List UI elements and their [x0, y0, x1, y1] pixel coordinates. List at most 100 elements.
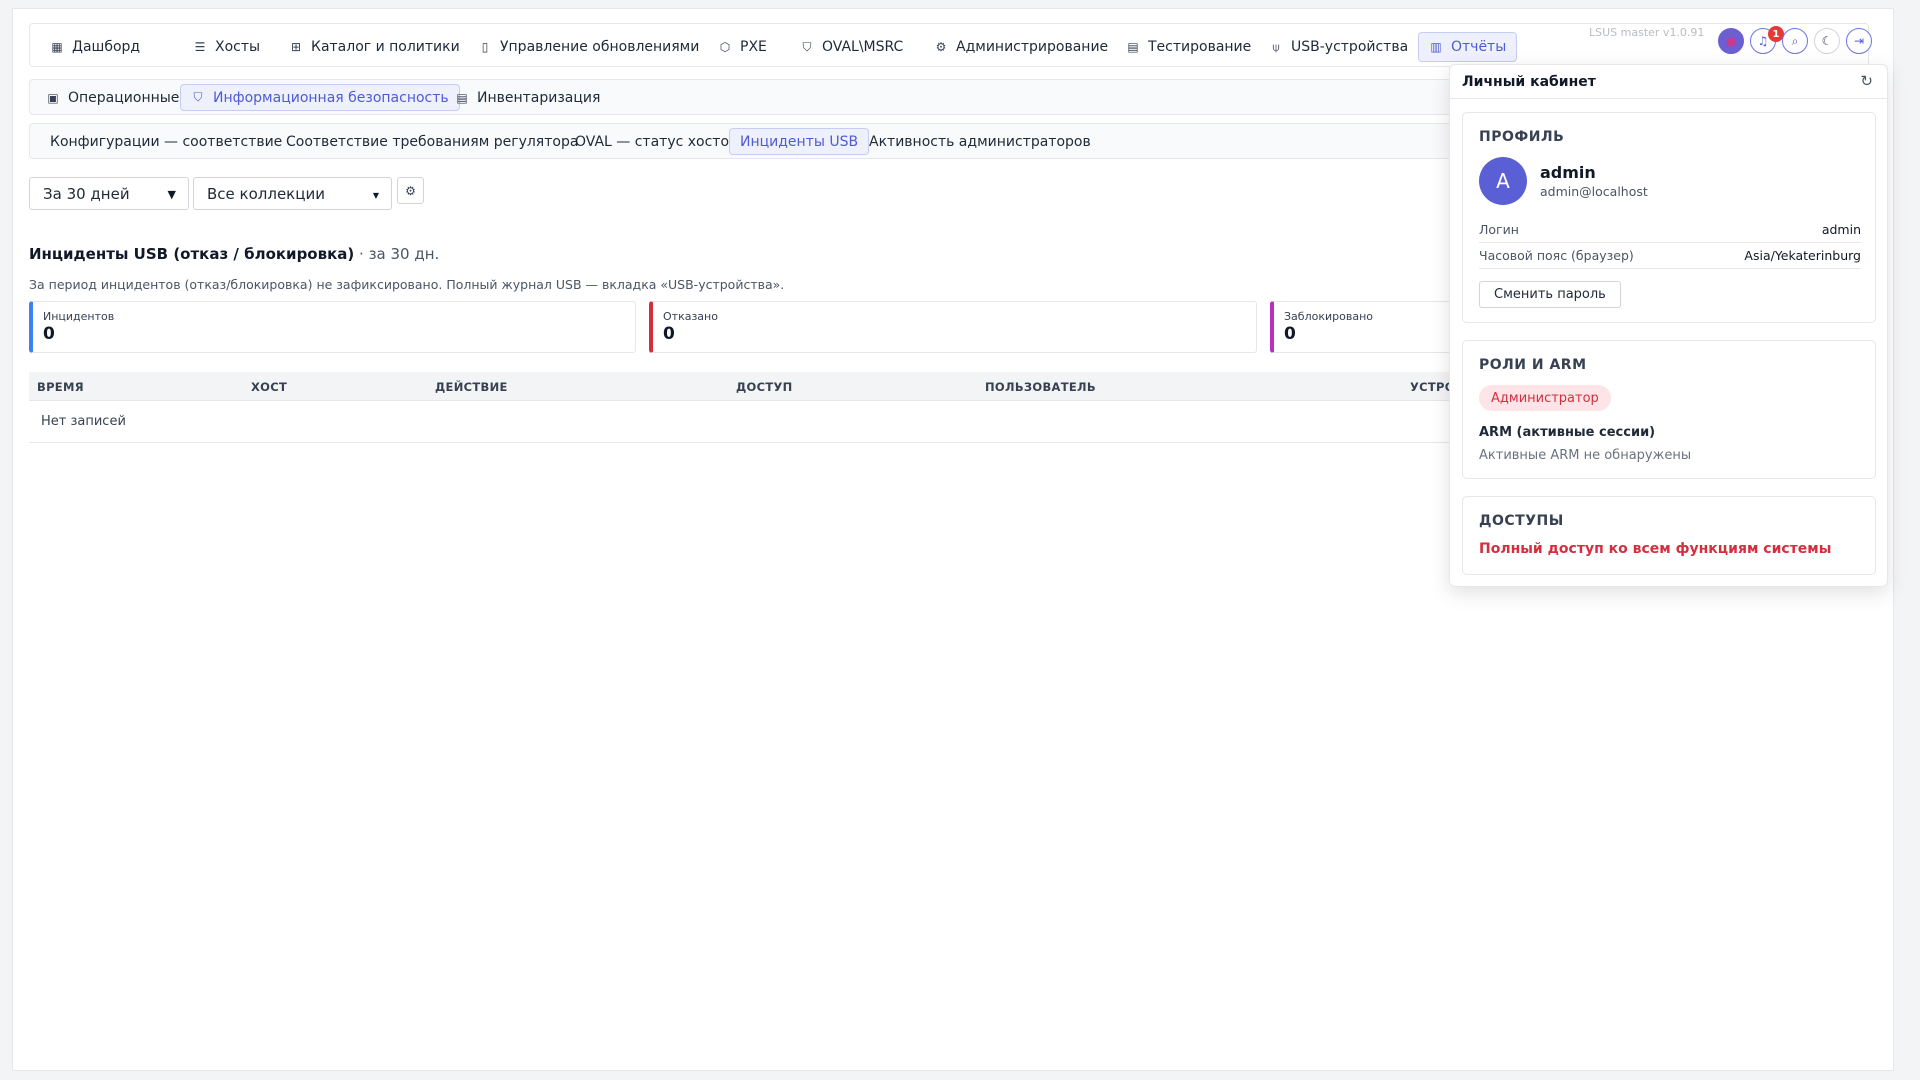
report-icon: ▥	[1430, 40, 1442, 54]
tab-regulator-compliance[interactable]: Соответствие требованиям регулятора	[276, 128, 588, 155]
stat-label: Заблокировано	[1284, 310, 1373, 323]
profile-section-title: ПРОФИЛЬ	[1479, 129, 1565, 145]
nav-admin[interactable]: ⚙ Администрирование	[924, 32, 1118, 62]
report-category-nav: ▣ Операционные ⛉ Информационная безопасн…	[29, 79, 1469, 115]
nav-label: Дашборд	[72, 39, 141, 55]
profile-panel: Личный кабинет ↻ ПРОФИЛЬ A admin admin@l…	[1449, 64, 1888, 587]
moon-icon: ☾	[1821, 34, 1833, 48]
theme-toggle[interactable]: ☾	[1814, 28, 1840, 54]
nav-label: USB-устройства	[1291, 39, 1409, 55]
nav-testing[interactable]: ▤ Тестирование	[1116, 32, 1261, 62]
nav-label: PXE	[740, 39, 767, 55]
table-empty-row: Нет записей	[29, 401, 1469, 443]
stat-incidents: Инцидентов 0	[29, 301, 636, 353]
nav-catalog[interactable]: ⊞ Каталог и политики	[279, 32, 470, 62]
refresh-icon[interactable]: ↻	[1860, 72, 1873, 90]
profile-button[interactable]: ●	[1718, 28, 1744, 54]
subnav-operational[interactable]: ▣ Операционные	[36, 84, 189, 111]
server-icon: ☰	[194, 40, 206, 54]
login-label: Логин	[1479, 222, 1519, 237]
subnav-label: Операционные	[68, 89, 180, 106]
tab-oval-hosts[interactable]: OVAL — статус хостов	[565, 128, 747, 155]
app-version: LSUS master v1.0.91	[1589, 26, 1705, 39]
tab-config-compliance[interactable]: Конфигурации — соответствие	[40, 128, 292, 155]
collection-select[interactable]: Все коллекции ▼	[193, 177, 392, 210]
admin-gear-icon: ⚙	[935, 40, 947, 54]
usb-icon: ⍦	[1272, 39, 1280, 54]
nav-pxe[interactable]: ⬡ PXE	[708, 32, 777, 62]
access-description: Полный доступ ко всем функциям системы	[1479, 541, 1832, 557]
update-file-icon: ▯	[481, 40, 489, 54]
collection-value: Все коллекции	[207, 184, 325, 203]
report-title: Инциденты USB (отказ / блокировка) · за …	[29, 245, 439, 263]
nav-dashboard[interactable]: ▦ Дашборд	[40, 32, 150, 62]
column-header[interactable]: ДОСТУП	[736, 380, 793, 394]
role-badge: Администратор	[1479, 385, 1611, 411]
profile-username: admin	[1540, 163, 1596, 182]
column-header[interactable]: ВРЕМЯ	[37, 380, 84, 394]
nav-reports[interactable]: ▥ Отчёты	[1418, 32, 1518, 62]
change-password-button[interactable]: Сменить пароль	[1479, 281, 1621, 308]
period-select[interactable]: За 30 дней ▼	[29, 177, 189, 210]
subnav-label: Инвентаризация	[477, 89, 601, 106]
shield-icon: ⛉	[193, 90, 203, 104]
stat-value: 0	[43, 324, 55, 344]
calendar-icon: ▣	[47, 90, 59, 105]
login-row: Логин admin	[1479, 217, 1861, 243]
logout-button[interactable]: ⇥	[1846, 28, 1872, 54]
column-header[interactable]: ДЕЙСТВИЕ	[435, 380, 508, 394]
nav-updates[interactable]: ▯ Управление обновлениями	[468, 32, 709, 62]
nav-label: Управление обновлениями	[500, 39, 700, 55]
tab-admin-activity[interactable]: Активность администраторов	[859, 128, 1101, 155]
bell-icon: ♫	[1757, 34, 1769, 48]
stat-value: 0	[663, 324, 675, 344]
nav-label: Администрирование	[956, 39, 1109, 55]
login-value: admin	[1821, 222, 1861, 237]
nav-hosts[interactable]: ☰ Хосты	[183, 32, 270, 62]
tree-icon: ⊞	[290, 40, 302, 54]
user-icon: ●	[1725, 34, 1737, 48]
chevron-down-icon: ▼	[167, 188, 176, 201]
period-value: За 30 дней	[43, 184, 130, 203]
profile-email: admin@localhost	[1540, 184, 1648, 199]
nav-oval[interactable]: ⛉ OVAL\MSRC	[790, 32, 913, 62]
stat-blocked: Заблокировано 0	[1270, 301, 1469, 353]
subnav-label: Информационная безопасность	[213, 89, 449, 106]
stat-label: Отказано	[663, 310, 718, 323]
nav-label: OVAL\MSRC	[822, 39, 904, 55]
chevron-down-icon: ▼	[372, 191, 379, 200]
timezone-value: Asia/Yekaterinburg	[1744, 248, 1861, 263]
subnav-inventory[interactable]: ▤ Инвентаризация	[445, 84, 610, 111]
shield-check-icon: ⛉	[802, 39, 812, 54]
report-tabs: Конфигурации — соответствие Соответствие…	[29, 123, 1469, 159]
access-card: ДОСТУПЫ Полный доступ ко всем функциям с…	[1462, 496, 1876, 575]
profile-panel-header: Личный кабинет ↻	[1450, 65, 1887, 99]
arm-status: Активные ARM не обнаружены	[1479, 448, 1692, 463]
report-note: За период инцидентов (отказ/блокировка) …	[29, 277, 785, 292]
empty-text: Нет записей	[41, 414, 126, 429]
test-icon: ▤	[1127, 40, 1139, 54]
stat-denied: Отказано 0	[649, 301, 1257, 353]
roles-section-title: РОЛИ И ARM	[1479, 357, 1587, 373]
timezone-label: Часовой пояс (браузер)	[1479, 248, 1634, 263]
report-period: · за 30 дн.	[354, 245, 440, 263]
column-header[interactable]: ХОСТ	[251, 380, 287, 394]
search-button[interactable]: ⌕	[1782, 28, 1808, 54]
tab-usb-incidents[interactable]: Инциденты USB	[729, 128, 870, 155]
column-header[interactable]: ПОЛЬЗОВАТЕЛЬ	[985, 380, 1096, 394]
timezone-row: Часовой пояс (браузер) Asia/Yekaterinbur…	[1479, 243, 1861, 269]
report-title-text: Инциденты USB (отказ / блокировка)	[29, 245, 355, 263]
stat-label: Инцидентов	[43, 310, 115, 323]
dashboard-icon: ▦	[51, 40, 63, 54]
roles-card: РОЛИ И ARM Администратор ARM (активные с…	[1462, 340, 1876, 479]
nav-label: Тестирование	[1148, 39, 1252, 55]
subnav-infosec[interactable]: ⛉ Информационная безопасность	[180, 84, 460, 111]
profile-card: ПРОФИЛЬ A admin admin@localhost Логин ad…	[1462, 112, 1876, 323]
stat-value: 0	[1284, 324, 1296, 344]
table-header: ВРЕМЯ ХОСТ ДЕЙСТВИЕ ДОСТУП ПОЛЬЗОВАТЕЛЬ …	[29, 372, 1469, 401]
arm-label: ARM (активные сессии)	[1479, 425, 1656, 440]
box-icon: ⬡	[719, 40, 731, 54]
nav-usb[interactable]: ⍦ USB-устройства	[1259, 32, 1418, 62]
nav-label: Каталог и политики	[311, 39, 460, 55]
settings-button[interactable]: ⚙	[397, 177, 424, 204]
